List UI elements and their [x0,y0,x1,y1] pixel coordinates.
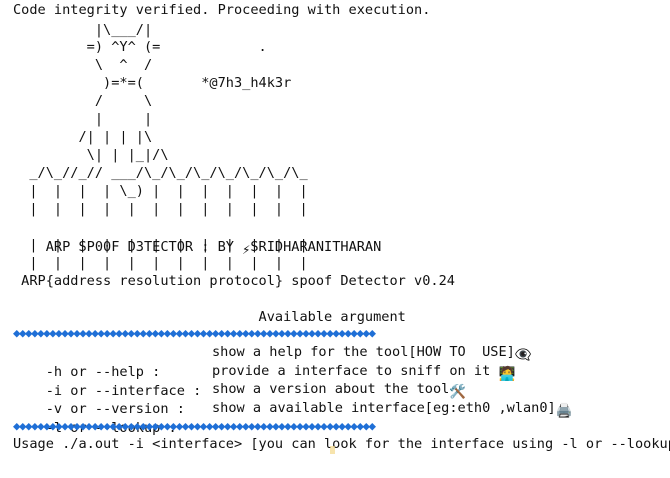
diamond-separator: ◆◆◆◆◆◆◆◆◆◆◆◆◆◆◆◆◆◆◆◆◆◆◆◆◆◆◆◆◆◆◆◆◆◆◆◆◆◆◆◆… [13,325,376,340]
argument-desc: provide a interface to sniff on it [212,363,499,379]
argument-row: -l or --lookup : show a available interf… [13,398,670,436]
argument-desc: show a help for the tool[HOW TO USE] [212,344,515,360]
banner-line: ARP SP00F D3TECTOR : BY ⚡SRIDHARANITHARA… [13,217,382,258]
ascii-art-line: | | | | | | | | | | | | [13,255,308,271]
ascii-art-line: | | [13,111,153,127]
terminal-cursor [330,446,335,454]
terminal-output: Code integrity verified. Proceeding with… [13,0,670,454]
usage-line: Usage ./a.out -i <interface> [you can lo… [13,436,670,452]
ascii-art-line: /| | | |\ [13,129,153,145]
ascii-art-line: \ ^ / [13,57,153,73]
argument-row: -h or --help : show a help for the tool[… [13,342,670,380]
argument-desc: show a available interface[eg:eth0 ,wlan… [212,400,556,416]
status-line: Code integrity verified. Proceeding with… [13,2,431,18]
printer-icon: 🖨️ [555,403,573,419]
ascii-art-line: =) ^Y^ (= . [13,39,267,55]
ascii-art-line: / \ [13,93,153,109]
subtitle-line: ARP{address resolution protocol} spoof D… [13,273,455,289]
diamond-separator: ◆◆◆◆◆◆◆◆◆◆◆◆◆◆◆◆◆◆◆◆◆◆◆◆◆◆◆◆◆◆◆◆◆◆◆◆◆◆◆◆… [13,418,376,433]
ascii-art-line: | | | | | | | | | | | | [13,201,308,217]
argument-row: -v or --version : show a version about t… [13,379,670,417]
ascii-art-line: \| | |_|/\ [13,147,169,163]
argument-row: -i or --interface : provide a interface … [13,361,670,399]
ascii-art-line: _/\_//_// ___/\_/\_/\_/\_/\_/\_/\_ [13,165,308,181]
ascii-art-line: | | | | \_) | | | | | | | [13,183,308,199]
ascii-art-line: )=*=( *@7h3_h4k3r [13,75,292,91]
argument-desc: show a version about the tool [212,381,450,397]
ascii-art-line: | | | | | | | | | | | | [13,237,308,253]
